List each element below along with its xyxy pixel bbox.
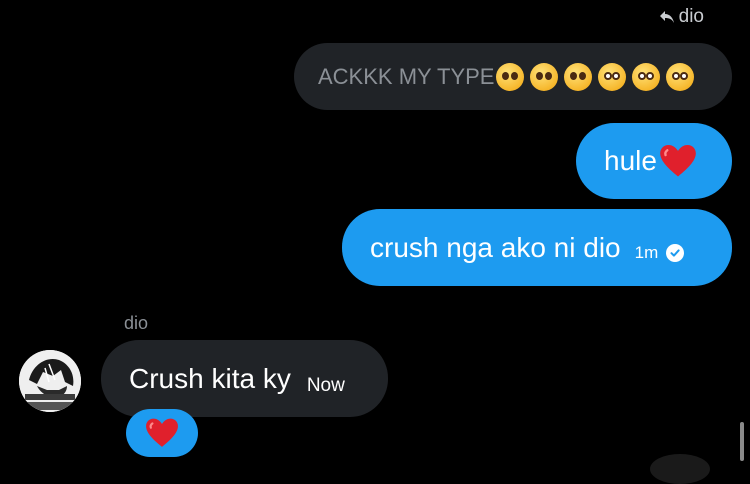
flushed-face-icon xyxy=(666,62,695,91)
flushed-face-icon xyxy=(632,62,661,91)
pleading-face-icon xyxy=(530,62,559,91)
sent-message-bubble[interactable]: hule xyxy=(576,123,732,199)
flushed-face-icon xyxy=(598,62,627,91)
scroll-to-bottom-button[interactable] xyxy=(650,454,710,484)
sent-message-text: hule xyxy=(604,145,657,176)
message-meta: 1m xyxy=(635,243,685,263)
quoted-message-bubble[interactable]: ACKKK MY TYPE xyxy=(294,43,732,110)
pleading-face-icon xyxy=(564,62,593,91)
received-message-text: Crush kita ky xyxy=(129,362,291,394)
message-time: Now xyxy=(306,374,345,396)
pleading-face-icon xyxy=(496,62,525,91)
quoted-emoji-row xyxy=(496,62,695,91)
reply-reference-label: dio xyxy=(678,6,704,27)
message-meta: Now xyxy=(307,375,345,397)
quoted-message-text: ACKKK MY TYPE xyxy=(318,63,495,89)
reply-reference[interactable]: dio xyxy=(659,6,704,28)
message-time: 1m xyxy=(634,242,659,262)
sent-message-bubble[interactable]: crush nga ako ni dio 1m xyxy=(342,209,732,286)
sent-message-text: crush nga ako ni dio xyxy=(370,231,621,263)
red-heart-icon xyxy=(660,144,696,177)
sender-name: dio xyxy=(124,313,149,333)
received-message-bubble[interactable]: Crush kita ky Now xyxy=(101,340,388,417)
avatar[interactable] xyxy=(19,350,81,412)
reply-arrow-icon xyxy=(659,11,674,23)
seen-check-icon xyxy=(666,243,685,262)
reaction-badge[interactable] xyxy=(126,409,198,457)
scrollbar[interactable] xyxy=(740,422,744,461)
red-heart-icon xyxy=(146,418,178,447)
